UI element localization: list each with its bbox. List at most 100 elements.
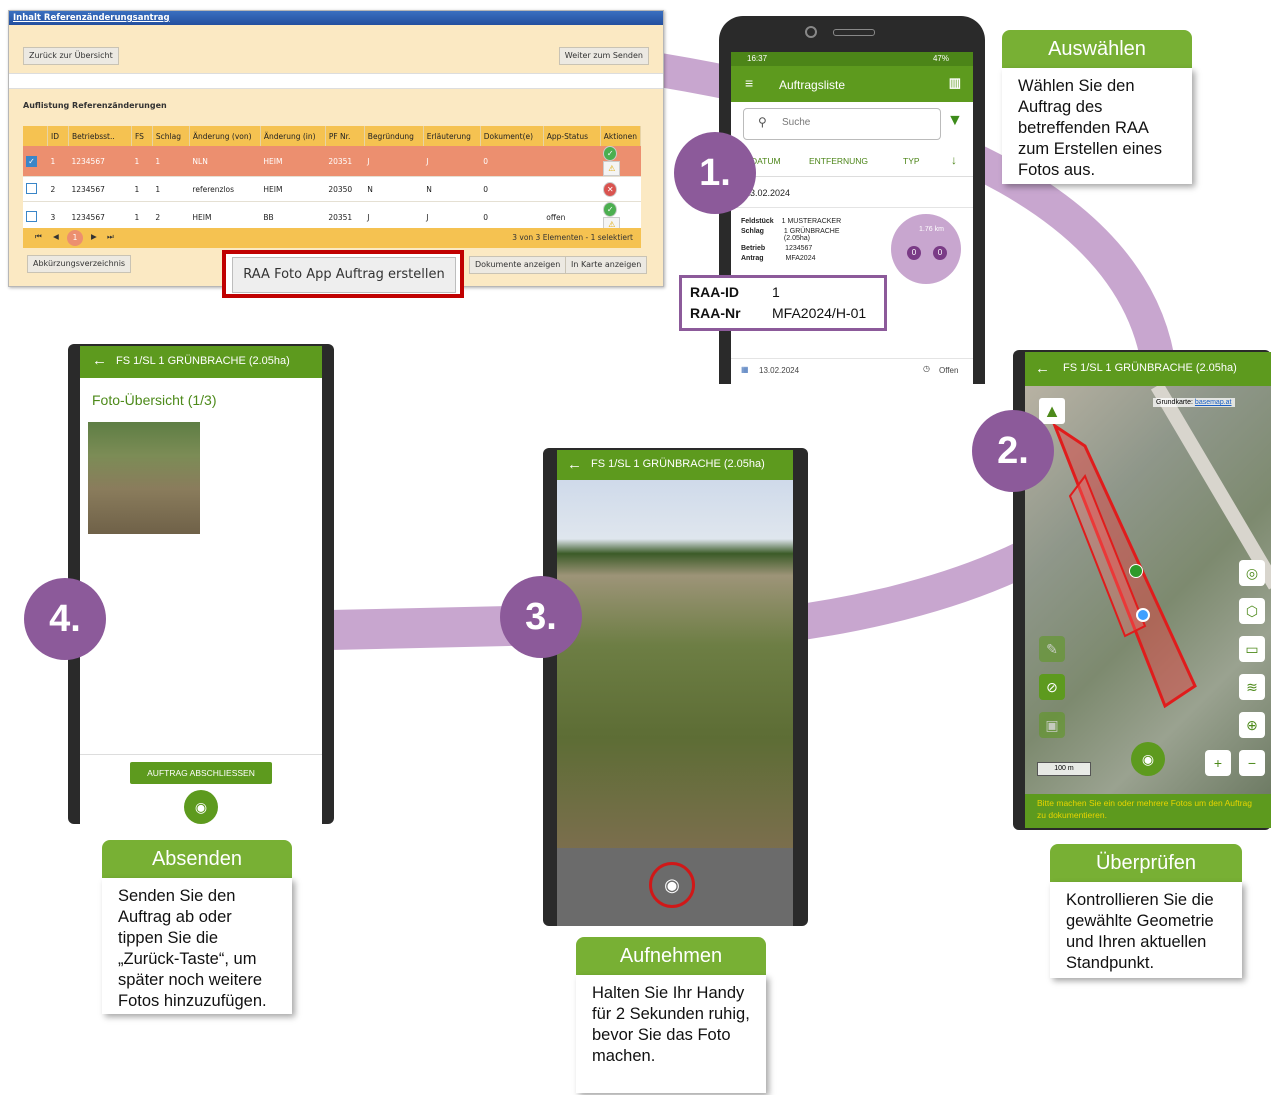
raa-id-value: 1 <box>772 284 780 300</box>
column-header[interactable]: FS <box>131 126 153 146</box>
target-icon[interactable]: ◎ <box>1239 560 1265 586</box>
screen-title: Auftragsliste <box>779 78 846 92</box>
zoom-in-button[interactable]: + <box>1205 750 1231 776</box>
column-header[interactable]: App-Status <box>543 126 601 146</box>
show-documents-button[interactable]: Dokumente anzeigen <box>469 256 567 274</box>
app-bar: ← FS 1/SL 1 GRÜNBRACHE (2.05ha) <box>1025 352 1271 386</box>
block-icon[interactable]: ⊘ <box>1039 674 1065 700</box>
map-icon[interactable]: ▥ <box>949 75 961 91</box>
cell-change-from: NLN <box>189 146 261 177</box>
back-to-overview-button[interactable]: Zurück zur Übersicht <box>23 47 119 65</box>
search-input[interactable]: ⚲ Suche <box>743 108 941 140</box>
cell-fs: 1 <box>131 146 153 177</box>
table-row[interactable]: 2 1234567 1 1 referenzlos HEIM 20350 N N… <box>23 176 641 202</box>
changes-table: ID Betriebsst.. FS Schlag Änderung (von)… <box>23 126 642 233</box>
camera-button[interactable]: ◉ <box>1131 742 1165 776</box>
camera-viewfinder <box>557 480 793 848</box>
finish-order-button[interactable]: AUFTRAG ABSCHLIESSEN <box>130 762 272 784</box>
row-checkbox-checked[interactable]: ✓ <box>26 155 37 167</box>
column-header[interactable]: PF Nr. <box>325 126 365 146</box>
cell-begruendung: N <box>364 176 424 202</box>
menu-icon[interactable]: ≡ <box>745 75 753 91</box>
pager-next-button[interactable]: ▶ <box>91 232 97 241</box>
next-to-send-button[interactable]: Weiter zum Senden <box>558 47 649 65</box>
locate-icon[interactable]: ⊕ <box>1239 712 1265 738</box>
table-row[interactable]: ✓ 1 1234567 1 1 NLN HEIM 20351 J J 0 ✓⚠ <box>23 146 641 177</box>
layers-icon[interactable]: ≋ <box>1239 674 1265 700</box>
callout-send-title: Absenden <box>102 840 292 878</box>
attribution-label: Grundkarte: <box>1156 399 1193 406</box>
cell-dokumente: 0 <box>480 176 544 202</box>
status-time: 16:37 <box>747 54 768 63</box>
step-2-badge: 2. <box>972 410 1054 492</box>
cell-change-from: referenzlos <box>189 176 261 202</box>
column-header[interactable]: Erläuterung <box>423 126 481 146</box>
photo-hint-banner: Bitte machen Sie ein oder mehrere Fotos … <box>1025 794 1271 828</box>
check-icon[interactable]: ✓ <box>603 202 618 217</box>
app-bar: ← FS 1/SL 1 GRÜNBRACHE (2.05ha) <box>557 450 793 480</box>
back-arrow-icon[interactable]: ← <box>567 456 582 473</box>
attribution-link[interactable]: basemap.at <box>1195 399 1232 406</box>
zoom-out-button[interactable]: − <box>1239 750 1265 776</box>
cell-schlag: 1 <box>152 146 190 177</box>
column-header[interactable]: Änderung (in) <box>260 126 326 146</box>
badge-count-1: 0 <box>907 246 921 260</box>
delete-icon[interactable]: ✕ <box>603 181 618 197</box>
pager-current-page[interactable]: 1 <box>67 230 83 246</box>
tab-date[interactable]: DATUM <box>751 156 781 166</box>
back-arrow-icon[interactable]: ← <box>92 352 107 369</box>
column-header[interactable]: Begründung <box>364 126 424 146</box>
column-header[interactable]: ID <box>47 126 69 146</box>
app-bar: ← FS 1/SL 1 GRÜNBRACHE (2.05ha) <box>80 346 322 378</box>
navigation-arrow-icon[interactable]: ▲ <box>1039 398 1065 424</box>
tab-distance[interactable]: ENTFERNUNG <box>809 156 868 166</box>
create-photo-order-button[interactable]: RAA Foto App Auftrag erstellen <box>232 257 456 293</box>
cube-icon[interactable]: ⬡ <box>1239 598 1265 624</box>
column-header: Aktionen <box>600 126 642 146</box>
tab-type[interactable]: TYP <box>903 156 920 166</box>
callout-check-text: Kontrollieren Sie die gewählte Geometrie… <box>1050 882 1242 978</box>
cell-schlag: 1 <box>152 176 190 202</box>
battery-level: 47% <box>932 54 949 63</box>
camera-button[interactable]: ◉ <box>184 790 218 824</box>
pager-first-button[interactable]: ⏮ <box>35 232 42 242</box>
section-title: Auflistung Referenzänderungen <box>23 101 167 110</box>
raa-nr-value: MFA2024/H-01 <box>772 305 867 321</box>
pager-prev-button[interactable]: ◀ <box>53 232 59 241</box>
row-checkbox[interactable] <box>26 182 37 194</box>
screen-title: FS 1/SL 1 GRÜNBRACHE (2.05ha) <box>591 458 765 470</box>
column-header[interactable]: Betriebsst.. <box>68 126 132 146</box>
show-in-map-button[interactable]: In Karte anzeigen <box>565 256 648 274</box>
phone-screen: ← FS 1/SL 1 GRÜNBRACHE (2.05ha) Foto-Übe… <box>80 346 322 824</box>
check-icon[interactable]: ✓ <box>603 146 618 161</box>
window-title-link[interactable]: Inhalt Referenzänderungsantrag <box>9 11 663 25</box>
column-header[interactable]: Änderung (von) <box>189 126 261 146</box>
warning-icon[interactable]: ⚠ <box>603 161 621 176</box>
edit-icon[interactable]: ✎ <box>1039 636 1065 662</box>
camera-shutter-button[interactable]: ◉ <box>649 862 695 908</box>
cell-betrieb: 1234567 <box>68 146 132 177</box>
speaker-grille <box>833 29 875 36</box>
back-arrow-icon[interactable]: ← <box>1035 360 1050 377</box>
field-row: Feldstück 1 MUSTERACKER <box>741 218 842 225</box>
calendar-icon: ▦ <box>741 365 749 374</box>
table-header-row: ID Betriebsst.. FS Schlag Änderung (von)… <box>23 126 642 146</box>
column-header[interactable]: Dokument(e) <box>480 126 544 146</box>
abbreviations-button[interactable]: Abkürzungsverzeichnis <box>27 255 132 273</box>
step-4-badge: 4. <box>24 578 106 660</box>
row-checkbox[interactable] <box>26 210 37 222</box>
filter-icon[interactable]: ▼ <box>947 112 963 130</box>
sort-arrow-icon[interactable]: ↓ <box>951 153 957 167</box>
photo-thumbnail[interactable] <box>88 422 200 534</box>
photo-edit-icon[interactable]: ▣ <box>1039 712 1065 738</box>
cell-betrieb: 1234567 <box>68 176 132 202</box>
front-camera <box>805 26 817 38</box>
layers-stack-icon[interactable]: ▭ <box>1239 636 1265 662</box>
raa-web-window: Inhalt Referenzänderungsantrag Zurück zu… <box>8 10 664 287</box>
pager-info: 3 von 3 Elementen - 1 selektiert <box>512 233 633 242</box>
column-header[interactable]: Schlag <box>152 126 190 146</box>
cell-dokumente: 0 <box>480 146 544 177</box>
status-bar: 16:37 47% <box>731 52 973 66</box>
pager-last-button[interactable]: ⏭ <box>107 232 114 242</box>
badge-count-2: 0 <box>933 246 947 260</box>
